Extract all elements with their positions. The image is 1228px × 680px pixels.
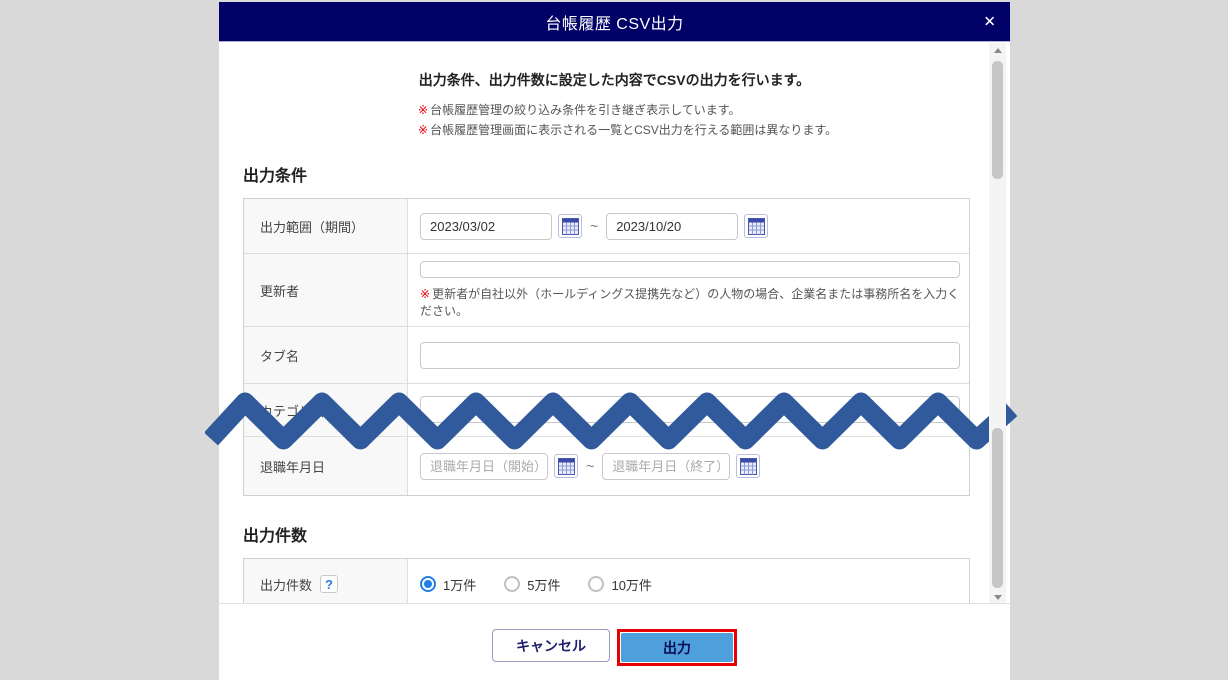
tab-name-input[interactable] [420, 341, 960, 369]
intro-text: 出力条件、出力件数に設定した内容でCSVの出力を行います。 [418, 72, 811, 88]
radio-unselected-icon[interactable] [504, 576, 521, 592]
count-label-cell: 出力件数 ? [244, 559, 408, 603]
category-label: カテゴリ名 [244, 384, 408, 436]
note-line: ※ 台帳履歴管理の絞り込み条件を引き継ぎ表示しています。 [418, 100, 1010, 120]
calendar-icon[interactable] [554, 454, 578, 478]
updater-note-text: 更新者が自社以外（ホールディングス提携先など）の人物の場合、企業名または事務所名… [420, 287, 960, 318]
note-marker: ※ [418, 123, 429, 137]
table-row-range: 出力範囲（期間） ~ [244, 199, 969, 254]
radio-unselected-icon[interactable] [588, 576, 605, 592]
scroll-down-icon[interactable] [989, 590, 1006, 603]
tab-label: タブ名 [244, 327, 408, 383]
range-separator: ~ [590, 218, 599, 234]
conditions-heading: 出力条件 [243, 168, 308, 185]
radio-option-10k[interactable]: 1万件 [420, 575, 476, 594]
range-label: 出力範囲（期間） [244, 199, 408, 253]
intro-notes: ※ 台帳履歴管理の絞り込み条件を引き継ぎ表示しています。 ※ 台帳履歴管理画面に表示… [418, 100, 1010, 140]
tab-value-cell [408, 327, 972, 383]
modal-title: 台帳履歴 CSV出力 [545, 15, 684, 33]
calendar-icon[interactable] [736, 454, 761, 478]
highlight-box: 出力 [617, 629, 737, 666]
retirement-value-cell: ~ [408, 437, 969, 495]
scrollbar-thumb[interactable] [992, 61, 1003, 179]
range-start-input[interactable] [420, 212, 552, 240]
range-value-cell: ~ [408, 199, 969, 253]
close-icon[interactable]: ✕ [983, 14, 996, 29]
radio-selected-icon[interactable] [420, 576, 436, 592]
table-row-category: カテゴリ名 [244, 384, 969, 437]
table-row-retirement: 退職年月日 ~ [244, 437, 969, 495]
category-name-input[interactable] [420, 396, 960, 423]
note-text: 台帳履歴管理の絞り込み条件を引き継ぎ表示しています。 [430, 103, 741, 117]
help-icon[interactable]: ? [320, 575, 339, 593]
note-marker: ※ [420, 287, 431, 301]
cancel-button[interactable]: キャンセル [492, 629, 610, 662]
table-row-updater: 更新者 ※ 更新者が自社以外（ホールディングス提携先など）の人物の場合、企業名また… [244, 254, 969, 327]
table-row-count: 出力件数 ? 1万件 5万件 10万件 [244, 559, 969, 603]
note-line: ※ 台帳履歴管理画面に表示される一覧とCSV出力を行える範囲は異なります。 [418, 120, 1010, 140]
category-value-cell [408, 384, 972, 436]
retirement-label: 退職年月日 [244, 437, 408, 495]
modal-header: 台帳履歴 CSV出力 ✕ [219, 2, 1010, 42]
count-value-cell: 1万件 5万件 10万件 [408, 559, 969, 603]
retirement-start-input[interactable] [420, 452, 548, 480]
count-heading: 出力件数 [243, 528, 308, 545]
radio-label: 1万件 [443, 577, 477, 593]
count-radio-group: 1万件 5万件 10万件 [420, 575, 652, 594]
updater-input[interactable] [420, 261, 960, 278]
count-table: 出力件数 ? 1万件 5万件 10万件 [243, 558, 970, 603]
updater-value-cell: ※ 更新者が自社以外（ホールディングス提携先など）の人物の場合、企業名または事務所… [408, 254, 972, 326]
updater-label: 更新者 [244, 254, 408, 326]
retirement-end-input[interactable] [602, 452, 731, 480]
note-marker: ※ [418, 103, 429, 117]
updater-note: ※ 更新者が自社以外（ホールディングス提携先など）の人物の場合、企業名または事務所… [420, 285, 960, 319]
modal-footer: キャンセル 出力 [219, 604, 1010, 680]
radio-option-100k[interactable]: 10万件 [588, 575, 652, 594]
radio-label: 5万件 [527, 577, 561, 593]
calendar-icon[interactable] [558, 214, 582, 238]
note-text: 台帳履歴管理画面に表示される一覧とCSV出力を行える範囲は異なります。 [430, 123, 838, 137]
table-row-tab: タブ名 [244, 327, 969, 384]
scrollbar-thumb[interactable] [992, 428, 1003, 588]
radio-label: 10万件 [611, 577, 652, 593]
range-end-input[interactable] [606, 212, 739, 240]
radio-option-50k[interactable]: 5万件 [504, 575, 560, 594]
scrollbar[interactable] [989, 43, 1006, 603]
retirement-separator: ~ [586, 458, 595, 474]
modal-scroll-area: 出力条件、出力件数に設定した内容でCSVの出力を行います。 ※ 台帳履歴管理の絞り… [219, 43, 1010, 604]
export-button[interactable]: 出力 [621, 633, 733, 662]
csv-export-modal: 台帳履歴 CSV出力 ✕ 出力条件、出力件数に設定した内容でCSVの出力を行いま… [205, 2, 1018, 680]
calendar-icon[interactable] [744, 214, 769, 238]
conditions-table: 出力範囲（期間） ~ 更新者 ※更新者が自社以外（ホー [243, 198, 970, 496]
scroll-up-icon[interactable] [989, 43, 1006, 57]
count-label: 出力件数 [260, 577, 313, 593]
